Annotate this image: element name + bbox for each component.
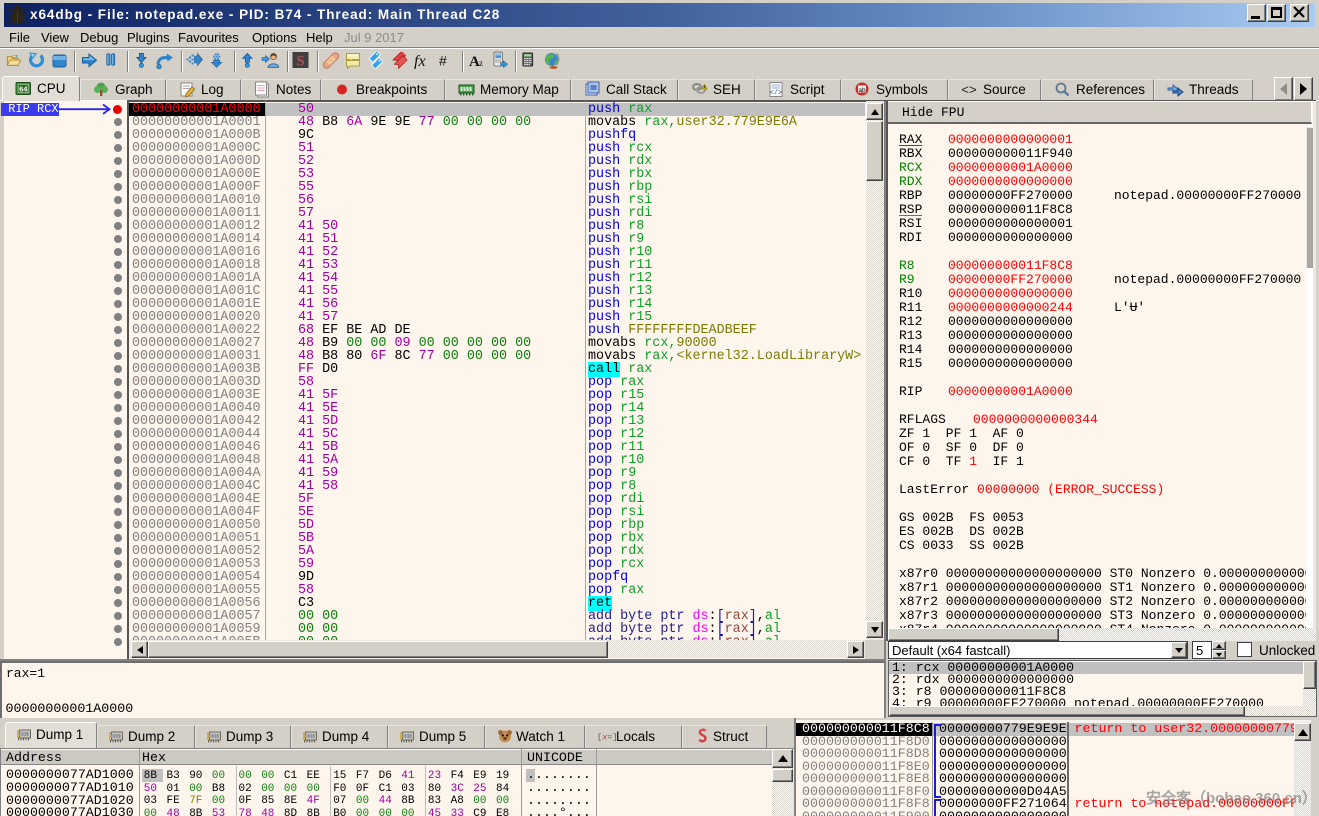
- svg-text:S: S: [296, 54, 304, 70]
- svg-text:z: z: [479, 58, 483, 68]
- svg-text:ab: ab: [858, 87, 866, 94]
- svg-text:</>: </>: [770, 90, 783, 98]
- svg-text:64: 64: [19, 84, 28, 93]
- svg-text:fx: fx: [414, 53, 426, 69]
- svg-text:<>: <>: [961, 83, 977, 98]
- svg-text:#: #: [439, 52, 447, 68]
- svg-text:[x=]: [x=]: [597, 733, 617, 743]
